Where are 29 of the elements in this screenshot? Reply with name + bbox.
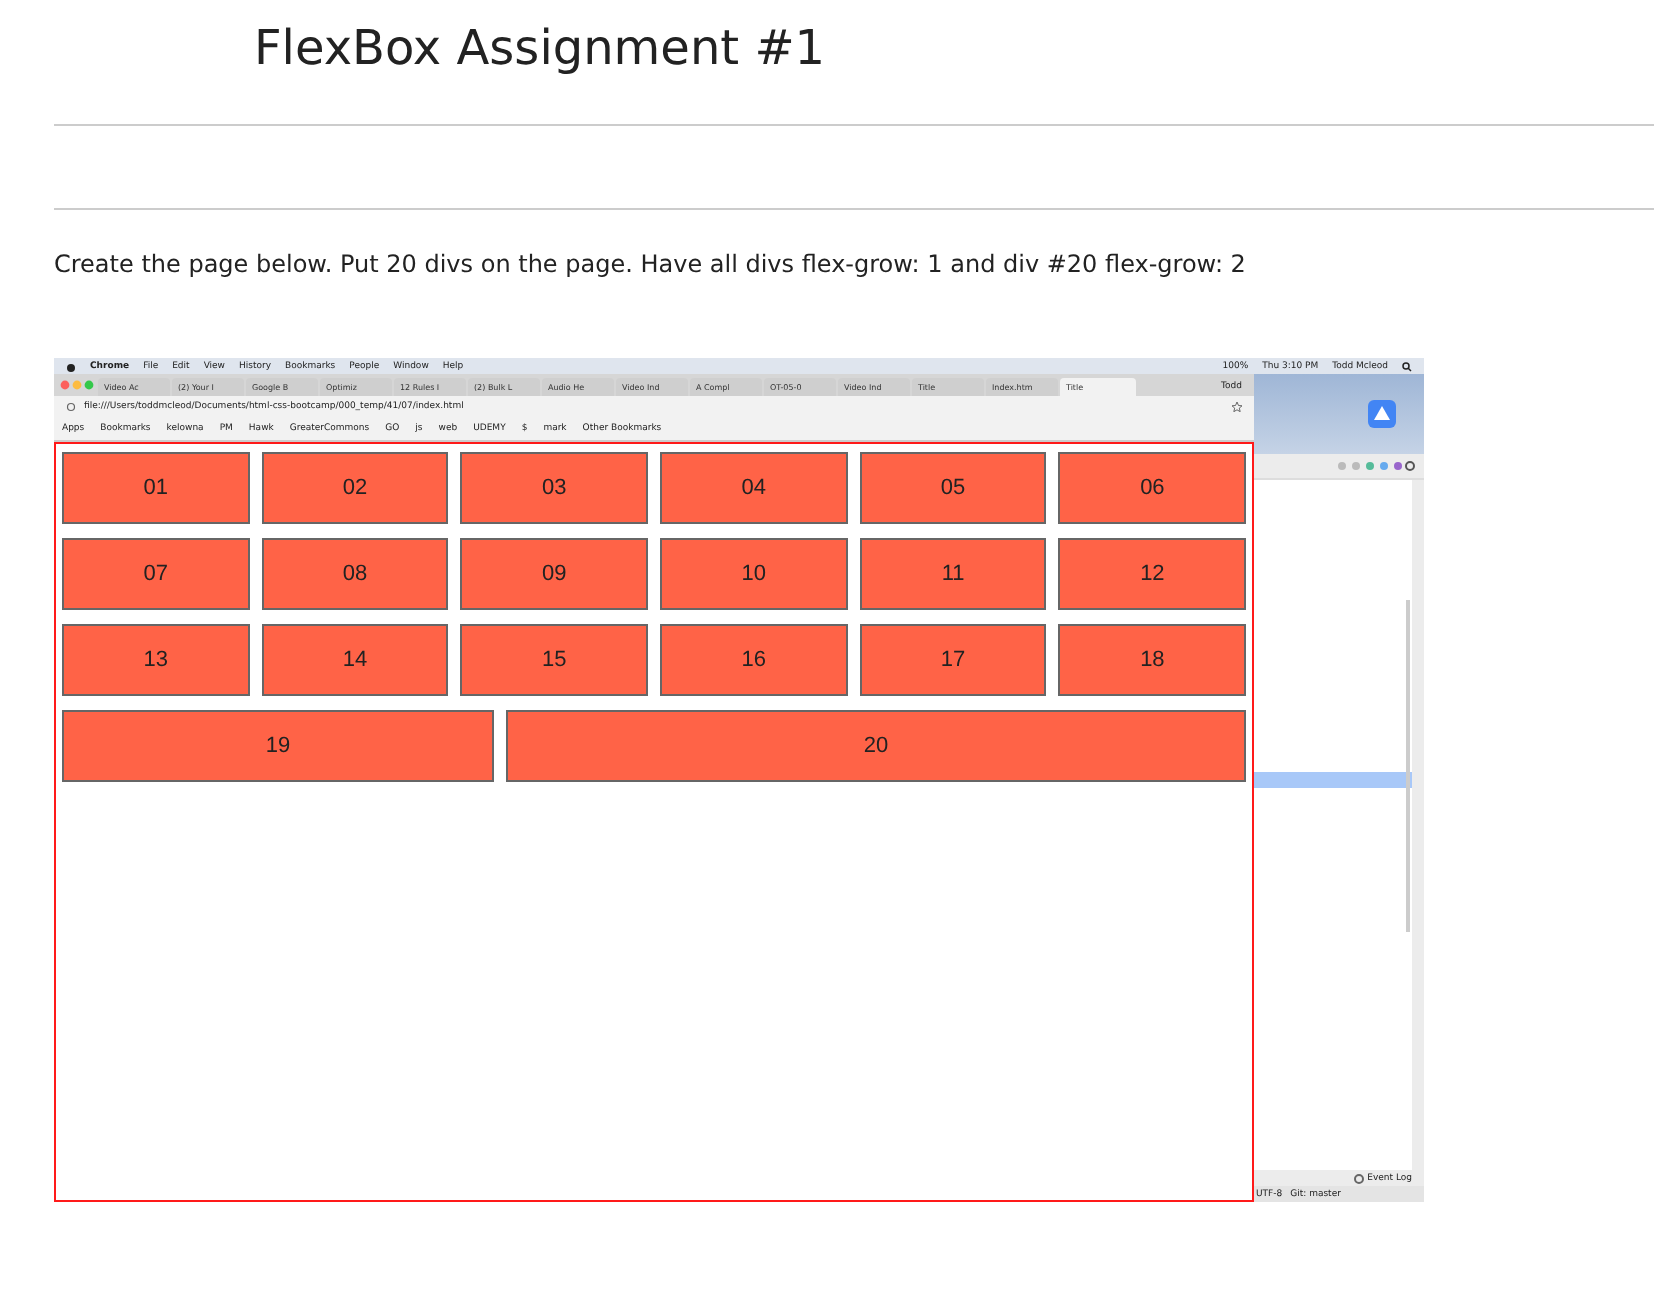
flex-item: 16: [660, 624, 848, 696]
flex-item: 09: [460, 538, 649, 610]
flex-item: 01: [62, 452, 250, 524]
drive-icon: [1368, 400, 1396, 428]
flex-item: 04: [660, 452, 848, 524]
flex-item: 08: [261, 538, 449, 610]
flex-item: 20: [506, 710, 1246, 782]
toolbar-icons[interactable]: [1336, 460, 1416, 472]
flex-item: 13: [62, 624, 250, 696]
flex-item: 14: [261, 624, 449, 696]
star-icon[interactable]: [1232, 401, 1242, 411]
flex-item: 02: [261, 452, 449, 524]
flex-item: 15: [460, 624, 649, 696]
event-log-icon[interactable]: [1353, 1173, 1364, 1183]
flex-item: 03: [460, 452, 649, 524]
flex-item: 07: [62, 538, 250, 610]
flex-item: 10: [660, 538, 848, 610]
scrollbar[interactable]: [1406, 600, 1410, 932]
flex-item: 19: [62, 710, 494, 782]
page-title: FlexBox Assignment #1: [254, 18, 828, 80]
flex-item: 17: [859, 624, 1047, 696]
instruction-text: Create the page below. Put 20 divs on the page. Have all divs flex-grow: 1 and div #20 flex-grow: 2: [54, 250, 1248, 278]
search-icon[interactable]: [1402, 361, 1412, 371]
flex-item: 06: [1058, 452, 1247, 524]
reload-icon[interactable]: [66, 401, 76, 411]
flex-item: 18: [1058, 624, 1247, 696]
flex-item: 05: [859, 452, 1047, 524]
flex-item: 11: [859, 538, 1047, 610]
flex-item: 12: [1058, 538, 1247, 610]
